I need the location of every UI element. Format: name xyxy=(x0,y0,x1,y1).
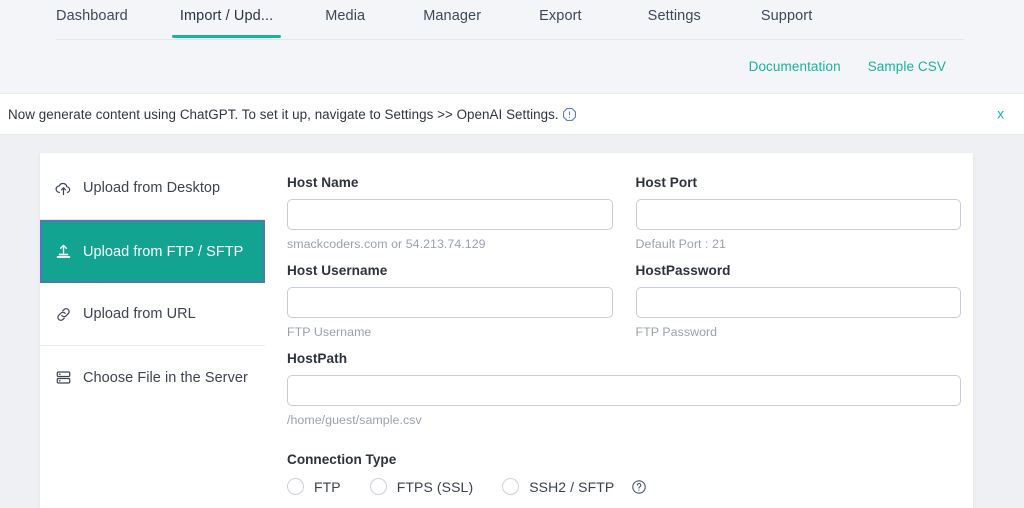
tab-export[interactable]: Export xyxy=(539,0,582,38)
radio-ssh2-sftp-dot[interactable] xyxy=(502,478,520,495)
radio-ssh2-sftp-label: SSH2 / SFTP xyxy=(529,478,615,495)
host-username-input[interactable] xyxy=(287,287,613,318)
host-password-input[interactable] xyxy=(635,287,961,318)
sidebar-item-upload-from-ftp-sftp-label: Upload from FTP / SFTP xyxy=(83,243,244,260)
form-row-host: Host Name smackcoders.com or 54.213.74.1… xyxy=(287,175,961,263)
import-card: Upload from Desktop Upload from FTP / SF… xyxy=(40,153,973,508)
tab-manager[interactable]: Manager xyxy=(423,0,481,38)
host-port-label: Host Port xyxy=(635,175,698,190)
tab-media-label: Media xyxy=(325,8,366,24)
radio-ftp-label: FTP xyxy=(314,478,341,495)
upload-source-sidebar: Upload from Desktop Upload from FTP / SF… xyxy=(40,153,265,508)
radio-ftps-ssl-label: FTPS (SSL) xyxy=(396,478,474,495)
form-row-credentials: Host Username FTP Username HostPassword … xyxy=(287,263,961,351)
tab-settings[interactable]: Settings xyxy=(648,0,701,38)
tab-support[interactable]: Support xyxy=(761,0,813,38)
banner-close-button[interactable]: x xyxy=(991,104,1010,125)
form-row-hostpath: HostPath /home/guest/sample.csv xyxy=(287,351,961,439)
sample-csv-link[interactable]: Sample CSV xyxy=(868,59,946,74)
host-name-label: Host Name xyxy=(287,175,359,190)
sidebar-item-upload-from-url[interactable]: Upload from URL xyxy=(40,283,265,346)
ftp-connection-form: Host Name smackcoders.com or 54.213.74.1… xyxy=(265,153,973,508)
host-username-hint: FTP Username xyxy=(287,325,372,339)
host-name-hint: smackcoders.com or 54.213.74.129 xyxy=(287,237,486,251)
documentation-link[interactable]: Documentation xyxy=(749,59,841,74)
connection-type-label: Connection Type xyxy=(287,452,397,467)
radio-option-ftp[interactable]: FTP xyxy=(287,478,341,495)
tab-media[interactable]: Media xyxy=(325,0,365,38)
nav-divider xyxy=(56,39,964,40)
host-password-hint: FTP Password xyxy=(635,325,718,339)
field-host-username: Host Username FTP Username xyxy=(287,263,613,339)
doc-links-row: Documentation Sample CSV xyxy=(0,40,1024,93)
sidebar-item-upload-from-desktop[interactable]: Upload from Desktop xyxy=(40,157,265,220)
notice-banner-text: Now generate content using ChatGPT. To s… xyxy=(8,106,559,122)
radio-option-ftps-ssl[interactable]: FTPS (SSL) xyxy=(369,478,474,495)
primary-navigation: Dashboard Import / Upd... Media Manager … xyxy=(0,0,1024,40)
host-path-hint: /home/guest/sample.csv xyxy=(287,413,422,427)
help-circle-icon[interactable] xyxy=(631,479,647,495)
sidebar-item-upload-from-desktop-label: Upload from Desktop xyxy=(83,180,221,196)
notice-banner: Now generate content using ChatGPT. To s… xyxy=(0,93,1024,135)
host-username-label: Host Username xyxy=(287,263,388,278)
tab-dashboard-label: Dashboard xyxy=(56,8,128,24)
tab-manager-label: Manager xyxy=(423,8,482,24)
main-stage: Upload from Desktop Upload from FTP / SF… xyxy=(0,135,1024,508)
host-port-input[interactable] xyxy=(635,199,961,230)
tab-dashboard[interactable]: Dashboard xyxy=(56,0,128,38)
tab-settings-label: Settings xyxy=(647,8,701,24)
radio-ftp-dot[interactable] xyxy=(287,478,304,495)
sidebar-item-upload-from-ftp-sftp[interactable]: Upload from FTP / SFTP xyxy=(40,220,265,283)
host-path-input[interactable] xyxy=(287,375,961,406)
field-host-port: Host Port Default Port : 21 xyxy=(635,175,961,251)
host-path-label: HostPath xyxy=(287,351,348,366)
host-name-input[interactable] xyxy=(287,199,613,230)
tab-import-update[interactable]: Import / Upd... xyxy=(171,0,282,38)
sidebar-item-choose-file-in-server[interactable]: Choose File in the Server xyxy=(40,346,265,409)
tab-export-label: Export xyxy=(539,8,582,24)
alert-octagon-icon[interactable] xyxy=(562,107,577,122)
connection-type-radio-group: FTP FTPS (SSL) SSH2 / SFTP xyxy=(287,478,961,495)
server-icon xyxy=(54,369,72,386)
radio-ftps-ssl-dot[interactable] xyxy=(369,478,387,495)
radio-option-ssh2-sftp[interactable]: SSH2 / SFTP xyxy=(502,478,614,495)
host-password-label: HostPassword xyxy=(635,263,731,278)
tab-support-label: Support xyxy=(760,8,813,24)
sidebar-item-upload-from-url-label: Upload from URL xyxy=(83,306,196,322)
sidebar-item-choose-file-in-server-label: Choose File in the Server xyxy=(83,369,248,386)
tab-import-update-label: Import / Upd... xyxy=(179,8,274,24)
field-host-path: HostPath /home/guest/sample.csv xyxy=(287,351,961,427)
field-host-password: HostPassword FTP Password xyxy=(635,263,961,339)
field-host-name: Host Name smackcoders.com or 54.213.74.1… xyxy=(287,175,613,251)
upload-tray-icon xyxy=(54,243,72,260)
link-icon xyxy=(54,306,72,323)
cloud-upload-icon xyxy=(54,180,72,197)
host-port-hint: Default Port : 21 xyxy=(635,237,726,251)
